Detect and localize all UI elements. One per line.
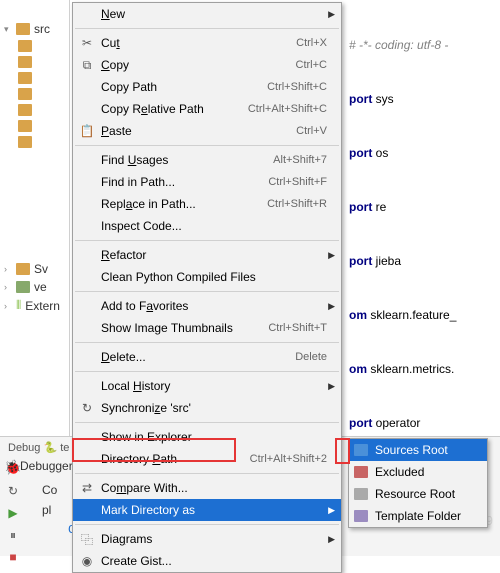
menu-inspect-code[interactable]: Inspect Code...: [73, 215, 341, 237]
diagram-icon: ⿻: [79, 531, 95, 548]
debugger-tab[interactable]: Debugger: [20, 459, 73, 473]
tree-folder-src[interactable]: ▾src: [0, 20, 69, 38]
submenu-excluded[interactable]: Excluded: [349, 461, 487, 483]
menu-find-usages[interactable]: Find UsagesAlt+Shift+7: [73, 149, 341, 171]
menu-compare-with[interactable]: ⇄Compare With...: [73, 477, 341, 499]
menu-create-gist[interactable]: ◉Create Gist...: [73, 550, 341, 572]
menu-cut[interactable]: ✂CutCtrl+X: [73, 32, 341, 54]
tree-item[interactable]: [0, 102, 69, 118]
menu-add-favorites[interactable]: Add to Favorites▶: [73, 295, 341, 317]
submenu-mark-directory: Sources Root Excluded Resource Root Temp…: [348, 438, 488, 528]
menu-synchronize[interactable]: ↻Synchronize 'src': [73, 397, 341, 419]
menu-local-history[interactable]: Local History▶: [73, 375, 341, 397]
code-editor[interactable]: # -*- coding: utf-8 - port sys port os p…: [345, 0, 500, 456]
project-tree[interactable]: ▾src ›Sv ›ve ›⦀Extern: [0, 0, 70, 436]
debug-tab[interactable]: Debug 🐍 te: [2, 439, 75, 456]
paste-icon: 📋: [79, 124, 95, 138]
menu-new[interactable]: New▶: [73, 3, 341, 25]
compare-icon: ⇄: [79, 481, 95, 495]
pause-button[interactable]: ⏸: [4, 527, 22, 543]
folder-purple-icon: [354, 510, 368, 522]
github-icon: ◉: [79, 554, 95, 568]
menu-find-in-path[interactable]: Find in Path...Ctrl+Shift+F: [73, 171, 341, 193]
menu-directory-path[interactable]: Directory PathCtrl+Alt+Shift+2: [73, 448, 341, 470]
menu-refactor[interactable]: Refactor▶: [73, 244, 341, 266]
context-menu: New▶ ✂CutCtrl+X ⧉CopyCtrl+C Copy PathCtr…: [72, 2, 342, 573]
tree-item[interactable]: [0, 54, 69, 70]
menu-mark-directory-as[interactable]: Mark Directory as▶: [73, 499, 341, 521]
tree-item-external[interactable]: ›⦀Extern: [0, 296, 69, 315]
menu-copy-relative-path[interactable]: Copy Relative PathCtrl+Alt+Shift+C: [73, 98, 341, 120]
tree-item[interactable]: [0, 134, 69, 150]
menu-copy[interactable]: ⧉CopyCtrl+C: [73, 54, 341, 76]
folder-grey-icon: [354, 488, 368, 500]
menu-paste[interactable]: 📋PasteCtrl+V: [73, 120, 341, 142]
tree-item[interactable]: ›ve: [0, 278, 69, 296]
sync-icon: ↻: [79, 401, 95, 415]
submenu-template-folder[interactable]: Template Folder: [349, 505, 487, 527]
resume-button[interactable]: ▶: [4, 505, 22, 521]
submenu-sources-root[interactable]: Sources Root: [349, 439, 487, 461]
menu-show-thumbnails[interactable]: Show Image ThumbnailsCtrl+Shift+T: [73, 317, 341, 339]
tree-item[interactable]: [0, 118, 69, 134]
copy-icon: ⧉: [79, 58, 95, 73]
stop-button[interactable]: ■: [4, 549, 22, 565]
tree-item[interactable]: ›Sv: [0, 260, 69, 278]
submenu-resource-root[interactable]: Resource Root: [349, 483, 487, 505]
menu-copy-path[interactable]: Copy PathCtrl+Shift+C: [73, 76, 341, 98]
menu-clean-python[interactable]: Clean Python Compiled Files: [73, 266, 341, 288]
tree-item[interactable]: [0, 70, 69, 86]
menu-replace-in-path[interactable]: Replace in Path...Ctrl+Shift+R: [73, 193, 341, 215]
folder-red-icon: [354, 466, 368, 478]
scissors-icon: ✂: [79, 36, 95, 50]
tree-item[interactable]: [0, 86, 69, 102]
folder-blue-icon: [354, 444, 368, 456]
menu-delete[interactable]: Delete...Delete: [73, 346, 341, 368]
tree-item[interactable]: [0, 38, 69, 54]
console-label2: pl: [42, 503, 51, 517]
console-label: Co: [42, 483, 57, 497]
rerun-button[interactable]: ↻: [4, 483, 22, 499]
bug-icon: 🐞: [4, 459, 21, 476]
menu-show-in-explorer[interactable]: Show in Explorer: [73, 426, 341, 448]
menu-diagrams[interactable]: ⿻Diagrams▶: [73, 528, 341, 550]
